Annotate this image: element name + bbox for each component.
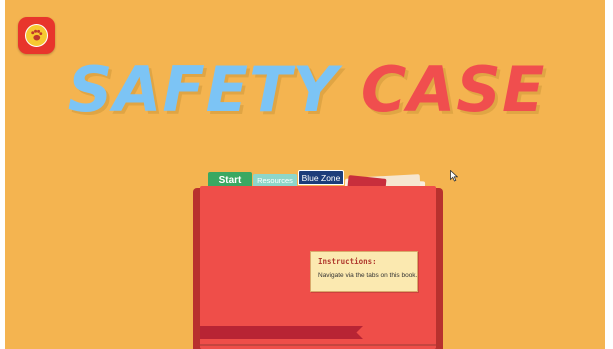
mouse-pointer-icon <box>450 170 458 182</box>
tab-blue-zone[interactable]: Blue Zone <box>298 170 344 185</box>
bookmark-ribbon <box>200 326 363 339</box>
book-edge <box>200 344 436 346</box>
paw-badge-icon <box>25 24 48 47</box>
instructions-note: Instructions: Navigate via the tabs on t… <box>310 251 418 292</box>
page-title: SAFETY CASE <box>0 45 613 135</box>
instructions-text: Navigate via the tabs on this book. <box>318 272 418 279</box>
title-word-safety: SAFETY <box>67 53 339 126</box>
paw-icon <box>31 29 43 41</box>
instructions-heading: Instructions: <box>318 257 377 266</box>
title-word-case: CASE <box>360 53 546 126</box>
